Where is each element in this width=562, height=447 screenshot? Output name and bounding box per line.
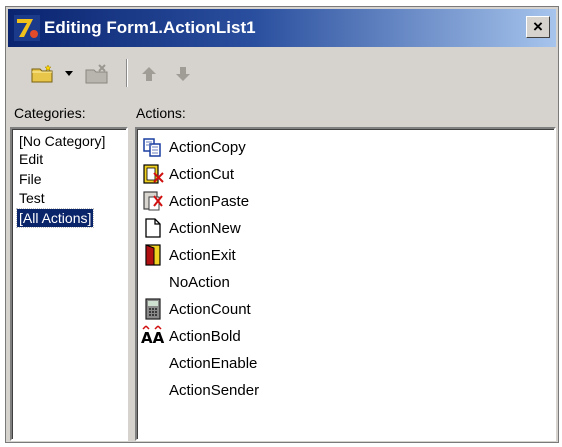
action-list-editor-window: Editing Form1.ActionList1 × Categories: … [5,6,559,443]
delphi-app-icon [14,15,40,41]
category-item-file[interactable]: File [17,170,44,188]
exit-door-icon [141,243,165,267]
action-item-cut[interactable]: ActionCut [141,162,234,186]
action-item-paste[interactable]: ActionPaste [141,189,249,213]
close-button[interactable]: × [526,16,550,38]
delete-icon [85,64,108,84]
category-item-all-actions[interactable]: [All Actions] [15,208,95,228]
action-label: ActionEnable [169,354,258,372]
action-item-exit[interactable]: ActionExit [141,243,236,267]
action-label: ActionSender [169,381,260,399]
action-label: ActionBold [169,327,241,345]
action-label: ActionNew [169,219,241,237]
action-label: ActionCount [169,300,251,318]
category-item-edit[interactable]: Edit [17,150,45,168]
toolbar [14,55,550,93]
category-item-test[interactable]: Test [17,189,47,207]
action-item-noaction[interactable]: NoAction [141,270,230,294]
bold-icon: AA [141,324,165,348]
blank-icon [141,378,165,402]
chevron-down-icon [65,71,73,76]
window-title: Editing Form1.ActionList1 [44,18,256,37]
actions-label: Actions: [136,105,186,121]
categories-label: Categories: [14,105,86,121]
arrow-up-icon [142,67,156,81]
title-bar[interactable]: Editing Form1.ActionList1 × [8,9,556,47]
delete-action-button[interactable] [80,59,114,89]
new-action-dropdown[interactable] [62,59,76,89]
copy-icon [141,135,165,159]
new-action-button[interactable] [28,59,58,89]
action-label: NoAction [169,273,230,291]
close-icon: × [533,17,543,36]
categories-listbox[interactable]: [No Category] Edit File Test [All Action… [10,127,128,441]
action-item-new[interactable]: ActionNew [141,216,241,240]
arrow-down-icon [176,67,190,81]
paste-icon [141,189,165,213]
action-item-bold[interactable]: AA ActionBold [141,324,241,348]
action-item-sender[interactable]: ActionSender [141,378,259,402]
actions-listbox[interactable]: ActionCopy ActionCut ActionPaste ActionN… [135,127,556,441]
category-item-no-category[interactable]: [No Category] [17,132,107,150]
action-label: ActionCut [169,165,235,183]
action-item-count[interactable]: ActionCount [141,297,251,321]
move-down-button[interactable] [170,59,196,89]
calculator-icon [141,297,165,321]
cut-icon [141,162,165,186]
toolbar-separator [126,59,128,87]
folder-new-icon [31,64,53,83]
blank-icon [141,270,165,294]
action-item-enable[interactable]: ActionEnable [141,351,257,375]
blank-icon [141,351,165,375]
action-label: ActionExit [169,246,236,264]
action-label: ActionPaste [169,192,250,210]
action-label: ActionCopy [169,138,246,156]
action-item-copy[interactable]: ActionCopy [141,135,246,159]
new-document-icon [141,216,165,240]
move-up-button[interactable] [136,59,162,89]
svg-text:AA: AA [141,329,165,347]
